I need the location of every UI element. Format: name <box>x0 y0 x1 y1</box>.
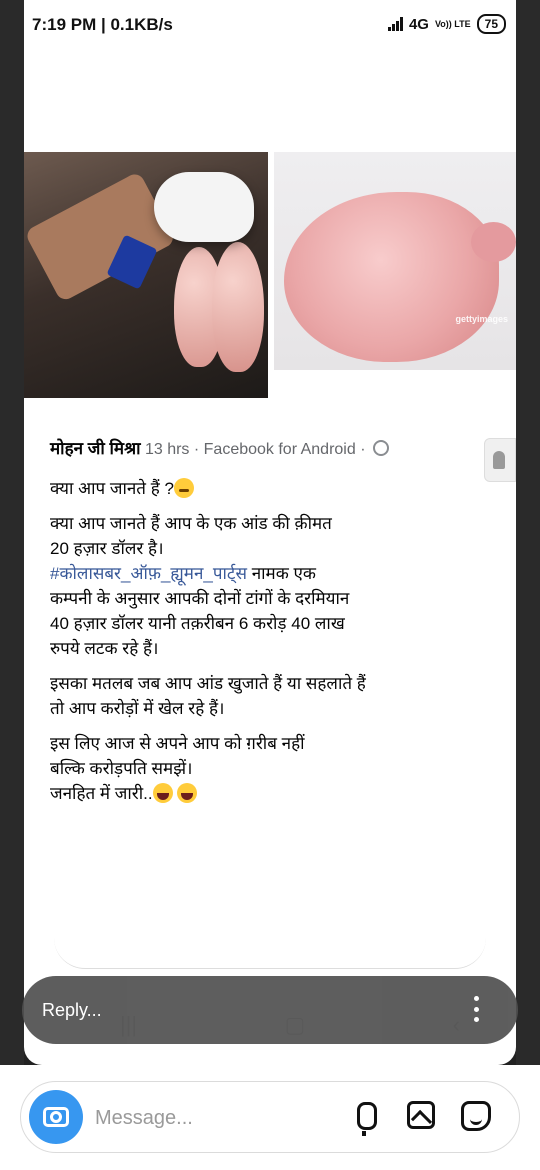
arm-shape <box>24 170 177 303</box>
post-line: क्या आप जानते हैं ? <box>50 479 174 498</box>
organ-shape <box>284 192 499 362</box>
post-line: 20 हज़ार डॉलर है। <box>50 539 164 558</box>
post-image-left <box>24 152 268 398</box>
globe-icon <box>372 440 389 456</box>
post-meta: 13 hrs · Facebook for Android · <box>140 441 370 458</box>
post-paragraph: क्या आप जानते हैं ? <box>50 476 430 501</box>
laughing-face-icon <box>177 783 198 803</box>
post-line: कम्पनी के अनुसार आपकी दोनों टांगों के दर… <box>50 589 350 608</box>
battery-indicator: 75 <box>476 14 506 34</box>
organ-tip-shape <box>471 222 516 262</box>
post-header: मोहन जी मिश्रा 13 hrs · Facebook for And… <box>50 436 389 459</box>
shared-screenshot: 7:19 PM | 0.1KB/s 4G Vo)) LTE 75 gettyim… <box>24 0 516 1065</box>
status-indicators: 4G Vo)) LTE 75 <box>387 14 506 34</box>
post-body: क्या आप जानते हैं ? क्या आप जानते हैं आप… <box>50 476 430 816</box>
post-author: मोहन जी मिश्रा <box>50 439 141 458</box>
post-image-right: gettyimages <box>274 152 516 370</box>
thinking-face-icon <box>173 478 194 498</box>
backdrop-left-edge <box>0 0 24 1065</box>
camera-lens-icon <box>50 1111 62 1123</box>
network-type: 4G <box>408 15 429 33</box>
composer-area <box>0 1065 540 1170</box>
post-line: रुपये लटक रहे हैं। <box>50 639 159 658</box>
microphone-icon[interactable] <box>357 1102 377 1136</box>
image-watermark: gettyimages <box>455 314 508 324</box>
post-line: क्या आप जानते हैं आप के एक आंड की क़ीमत <box>50 514 332 533</box>
more-options-icon[interactable] <box>474 996 480 1022</box>
person-icon <box>493 451 505 469</box>
status-bar: 7:19 PM | 0.1KB/s 4G Vo)) LTE 75 <box>24 0 516 52</box>
glove-shape <box>154 172 254 242</box>
reply-bar[interactable]: Reply... <box>22 976 518 1044</box>
signal-icon <box>387 17 403 31</box>
message-composer <box>20 1081 520 1153</box>
post-line: इस लिए आज से अपने आप को ग़रीब नहीं <box>50 734 305 753</box>
volte-label: Vo)) LTE <box>434 18 471 29</box>
post-paragraph: इसका मतलब जब आप आंड खुजाते हैं या सहलाते… <box>50 671 430 721</box>
organ-shape <box>212 242 264 372</box>
sticker-icon[interactable] <box>461 1101 491 1131</box>
backdrop-right-edge <box>516 0 540 1065</box>
post-line: 40 हज़ार डॉलर यानी तक़रीबन 6 करोड़ 40 ला… <box>50 614 345 633</box>
laughing-face-icon <box>152 783 173 803</box>
message-input[interactable] <box>93 1100 297 1136</box>
status-time: 7:19 PM | 0.1KB/s <box>32 15 173 34</box>
side-tab <box>484 438 516 482</box>
post-line: तो आप करोड़ों में खेल रहे हैं। <box>50 699 225 718</box>
post-line: नामक एक <box>246 564 316 583</box>
post-paragraph: इस लिए आज से अपने आप को ग़रीब नहीं बल्कि… <box>50 731 430 806</box>
post-card-edge <box>54 938 486 969</box>
post-line: जनहित में जारी.. <box>50 784 153 803</box>
reply-input[interactable]: Reply... <box>42 1000 102 1021</box>
gallery-icon[interactable] <box>407 1101 435 1129</box>
facebook-post: मोहन जी मिश्रा 13 hrs · Facebook for And… <box>24 398 516 978</box>
camera-button[interactable] <box>29 1090 83 1144</box>
hashtag-link[interactable]: #कोलासबर_ऑफ़_ह्यूमन_पार्ट्स <box>50 564 247 583</box>
post-paragraph: क्या आप जानते हैं आप के एक आंड की क़ीमत … <box>50 511 430 661</box>
post-line: बल्कि करोड़पति समझें। <box>50 759 193 778</box>
post-line: इसका मतलब जब आप आंड खुजाते हैं या सहलाते… <box>50 674 366 693</box>
post-images: gettyimages <box>24 152 516 398</box>
